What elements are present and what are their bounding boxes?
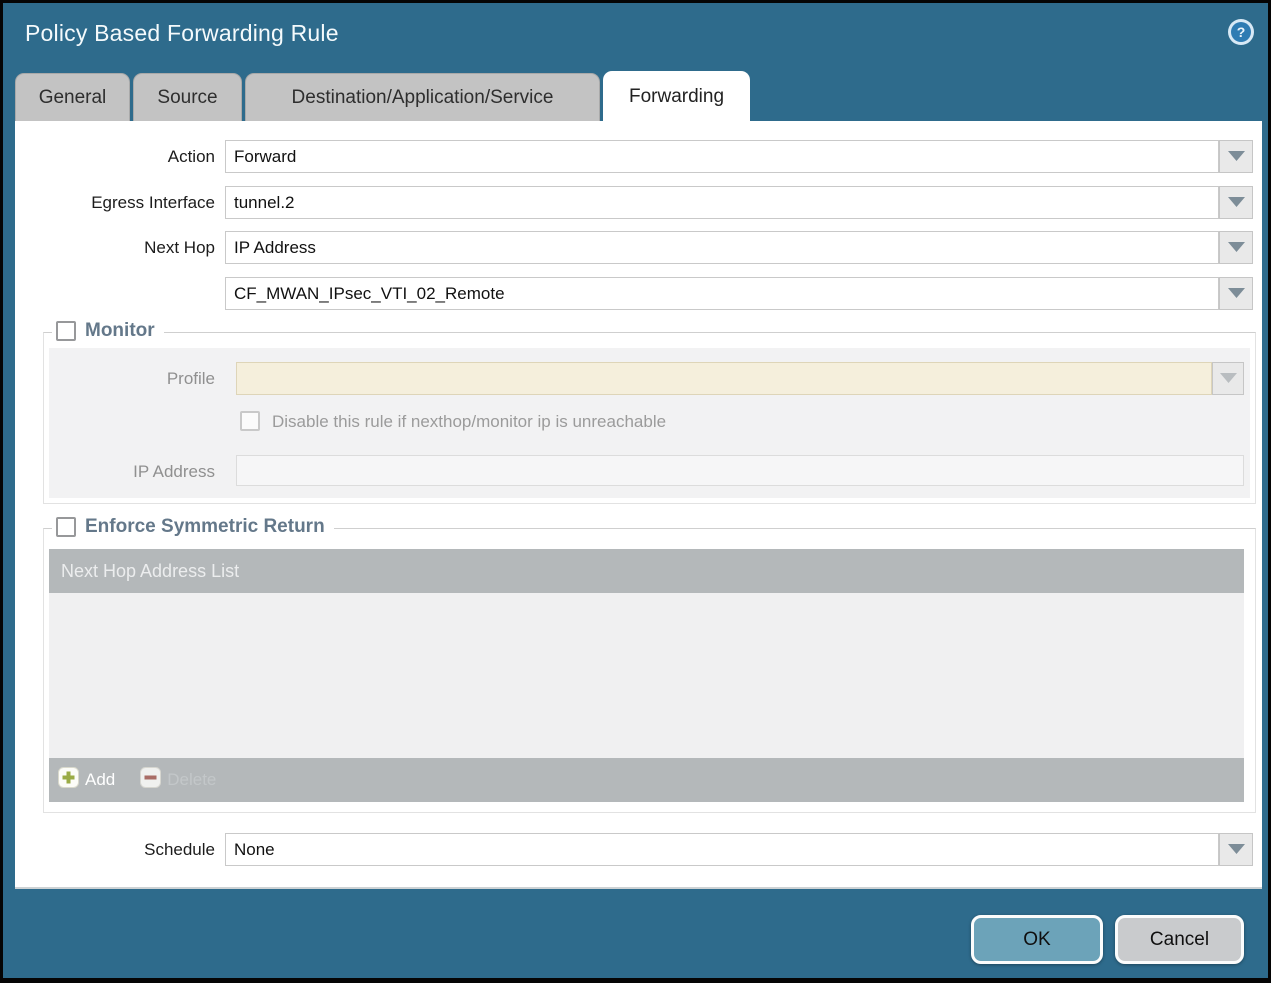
- egress-interface-label: Egress Interface: [15, 186, 215, 219]
- svg-text:?: ?: [1237, 24, 1246, 40]
- monitor-body: Profile Disable this rule if nexthop/mon…: [49, 348, 1250, 498]
- cancel-button[interactable]: Cancel: [1115, 915, 1244, 964]
- chevron-down-icon: [1228, 285, 1245, 303]
- tab-general[interactable]: General: [15, 73, 130, 121]
- chevron-down-icon: [1228, 239, 1245, 257]
- chevron-down-icon: [1228, 841, 1245, 859]
- disable-rule-checkbox: [240, 411, 260, 431]
- symmetric-return-fieldset: Enforce Symmetric Return Next Hop Addres…: [43, 528, 1256, 813]
- help-icon[interactable]: ?: [1227, 18, 1255, 46]
- monitor-checkbox[interactable]: [56, 321, 76, 341]
- monitor-fieldset: Monitor Profile Disable this rule if nex…: [43, 332, 1256, 504]
- egress-interface-dropdown-button[interactable]: [1219, 186, 1253, 219]
- disable-rule-label: Disable this rule if nexthop/monitor ip …: [272, 411, 666, 433]
- next-hop-type-dropdown-button[interactable]: [1219, 231, 1253, 264]
- chevron-down-icon: [1220, 370, 1237, 388]
- schedule-dropdown-button[interactable]: [1219, 833, 1253, 866]
- next-hop-type-select[interactable]: IP Address: [225, 231, 1219, 264]
- minus-icon: [140, 767, 161, 793]
- ok-button[interactable]: OK: [971, 915, 1103, 964]
- next-hop-address-list-column-header: Next Hop Address List: [49, 549, 1244, 593]
- profile-select: [236, 362, 1212, 395]
- add-button[interactable]: Add: [58, 767, 115, 793]
- action-select[interactable]: Forward: [225, 140, 1219, 173]
- next-hop-address-table: Next Hop Address List Add: [49, 549, 1244, 802]
- profile-dropdown-button: [1212, 362, 1244, 395]
- next-hop-address-select[interactable]: CF_MWAN_IPsec_VTI_02_Remote: [225, 277, 1219, 310]
- chevron-down-icon: [1228, 148, 1245, 166]
- symmetric-return-legend: Enforce Symmetric Return: [52, 516, 334, 538]
- delete-button: Delete: [140, 767, 216, 793]
- schedule-select[interactable]: None: [225, 833, 1219, 866]
- tab-forwarding[interactable]: Forwarding: [603, 71, 750, 121]
- next-hop-address-table-toolbar: Add Delete: [49, 758, 1244, 802]
- tab-destination-application-service[interactable]: Destination/Application/Service: [245, 73, 600, 121]
- symmetric-return-checkbox[interactable]: [56, 517, 76, 537]
- action-label: Action: [15, 140, 215, 173]
- action-dropdown-button[interactable]: [1219, 140, 1253, 173]
- forwarding-tab-panel: Action Forward Egress Interface tunnel.2…: [15, 121, 1262, 889]
- next-hop-address-table-body: [49, 593, 1244, 758]
- monitor-legend: Monitor: [52, 320, 164, 342]
- next-hop-address-dropdown-button[interactable]: [1219, 277, 1253, 310]
- dialog-title: Policy Based Forwarding Rule: [25, 20, 339, 47]
- tab-source[interactable]: Source: [133, 73, 242, 121]
- pbf-rule-dialog: Policy Based Forwarding Rule ? General S…: [0, 0, 1271, 983]
- monitor-legend-label: Monitor: [85, 320, 155, 342]
- add-button-label: Add: [85, 770, 115, 790]
- profile-label: Profile: [49, 362, 215, 395]
- egress-interface-select[interactable]: tunnel.2: [225, 186, 1219, 219]
- tab-bar: General Source Destination/Application/S…: [15, 73, 753, 121]
- next-hop-label: Next Hop: [15, 231, 215, 264]
- delete-button-label: Delete: [167, 770, 216, 790]
- symmetric-return-legend-label: Enforce Symmetric Return: [85, 516, 325, 538]
- schedule-label: Schedule: [15, 833, 215, 866]
- chevron-down-icon: [1228, 194, 1245, 212]
- plus-icon: [58, 767, 79, 793]
- monitor-ip-address-input: [236, 455, 1244, 486]
- monitor-ip-address-label: IP Address: [49, 455, 215, 488]
